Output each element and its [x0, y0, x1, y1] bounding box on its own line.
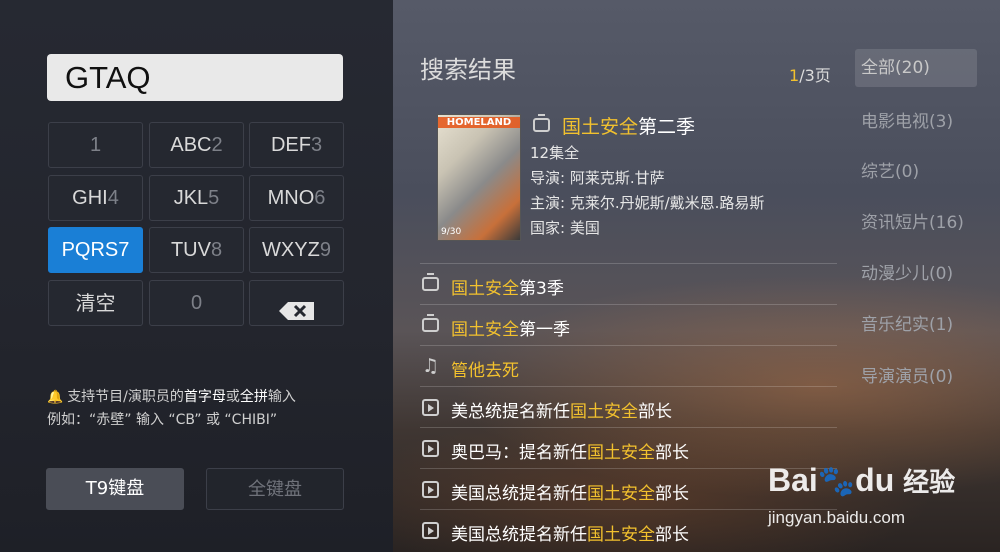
key-digit: 6	[314, 187, 326, 209]
key-letters: ABC	[170, 134, 212, 156]
key-2-abc[interactable]: ABC2	[149, 122, 244, 168]
full-keyboard-button[interactable]: 全键盘	[206, 468, 344, 510]
key-1[interactable]: 1	[48, 122, 143, 168]
poster-title: HOMELAND	[438, 117, 520, 128]
backspace-icon	[278, 293, 316, 320]
hint-text-bold: 全拼	[239, 389, 268, 405]
backspace-button[interactable]	[249, 280, 344, 326]
page-current: 1	[789, 66, 800, 85]
key-letters: JKL	[173, 187, 209, 209]
baidu-watermark-logo: Bai🐾du 经验	[768, 462, 956, 498]
hint-line-1: 🔔 支持节目/演职员的首字母或全拼输入	[47, 386, 387, 409]
key-digit: 5	[208, 187, 220, 209]
result-item[interactable]: 国土安全第3季	[420, 263, 837, 304]
poster-image: HOMELAND 9/30	[437, 114, 521, 241]
key-digit: 4	[107, 187, 119, 209]
result-label: 美总统提名新任国土安全部长	[451, 402, 672, 422]
key-digit: 3	[310, 134, 323, 156]
key-letters: WXYZ	[262, 239, 320, 261]
tv-icon	[533, 118, 550, 132]
result-item[interactable]: 国土安全第一季	[420, 304, 837, 345]
hint-text: 输入	[267, 389, 296, 405]
hint-text: 支持节目/演职员的	[67, 389, 184, 405]
tv-icon	[422, 318, 439, 332]
category-anime-kids[interactable]: 动漫少儿(0)	[855, 255, 977, 293]
category-variety[interactable]: 综艺(0)	[855, 153, 977, 191]
result-label: 美国总统提名新任国土安全部长	[451, 484, 689, 504]
category-directors-actors[interactable]: 导演演员(0)	[855, 358, 977, 396]
key-9-wxyz[interactable]: WXYZ9	[249, 227, 344, 273]
hint-text-bold: 首字母	[183, 389, 226, 405]
news-icon	[422, 522, 439, 539]
result-label: 国土安全第3季	[451, 279, 564, 299]
page-indicator: 1/3页	[789, 62, 831, 86]
poster-date: 9/30	[441, 227, 462, 237]
title-highlight: 国土安全	[562, 116, 639, 138]
bell-icon: 🔔	[47, 390, 64, 405]
tv-icon	[422, 277, 439, 291]
key-letters: TUV	[170, 239, 211, 261]
featured-result[interactable]: HOMELAND 9/30 国土安全第二季 12集全 导演: 阿莱克斯.甘萨 主…	[420, 100, 837, 260]
key-digit: 8	[210, 239, 223, 261]
key-4-ghi[interactable]: GHI4	[48, 175, 143, 221]
result-label: 美国总统提名新任国土安全部长	[451, 525, 689, 545]
category-news-clips[interactable]: 资讯短片(16)	[855, 204, 977, 242]
results-title: 搜索结果	[420, 56, 516, 84]
hint-line-2: 例如：“赤壁” 输入 “CB” 或 “CHIBI”	[47, 412, 278, 428]
key-letters: MNO	[267, 187, 315, 209]
country: 国家: 美国	[530, 219, 600, 237]
news-icon	[422, 440, 439, 457]
key-3-def[interactable]: DEF3	[249, 122, 344, 168]
paw-icon: 🐾	[817, 465, 856, 498]
watermark-url: jingyan.baidu.com	[768, 508, 906, 527]
result-label: 国土安全第一季	[451, 320, 570, 340]
title-rest: 第二季	[638, 116, 696, 138]
t9-keyboard-button[interactable]: T9键盘	[46, 468, 184, 510]
episode-count: 12集全	[530, 144, 580, 162]
news-icon	[422, 481, 439, 498]
clear-button[interactable]: 清空	[48, 280, 143, 326]
key-digit: 7	[118, 239, 130, 261]
cast: 主演: 克莱尔.丹妮斯/戴米恩.路易斯	[530, 194, 765, 212]
result-label: 奥巴马：提名新任国土安全部长	[451, 443, 689, 463]
key-letters: GHI	[72, 187, 108, 209]
key-6-mno[interactable]: MNO6	[249, 175, 344, 221]
category-movies-tv[interactable]: 电影电视(3)	[855, 103, 977, 141]
featured-title: 国土安全第二季	[562, 112, 695, 139]
director: 导演: 阿莱克斯.甘萨	[530, 169, 665, 187]
search-input[interactable]: GTAQ	[47, 54, 343, 101]
key-digit: 1	[89, 134, 102, 156]
key-5-jkl[interactable]: JKL5	[149, 175, 244, 221]
result-item[interactable]: ♫ 管他去死	[420, 345, 837, 386]
category-all[interactable]: 全部(20)	[855, 49, 977, 87]
result-item[interactable]: 美总统提名新任国土安全部长	[420, 386, 837, 427]
page-total: /3页	[799, 66, 831, 85]
hint-text: 或	[225, 389, 240, 405]
key-letters: DEF	[270, 134, 311, 156]
key-digit: 9	[319, 239, 331, 261]
category-music-documentary[interactable]: 音乐纪实(1)	[855, 306, 977, 344]
key-0[interactable]: 0	[149, 280, 244, 326]
input-hint: 🔔 支持节目/演职员的首字母或全拼输入 例如：“赤壁” 输入 “CB” 或 “CH…	[47, 386, 387, 431]
key-digit: 2	[211, 134, 223, 156]
news-icon	[422, 399, 439, 416]
key-letters: PQRS	[61, 239, 119, 261]
key-8-tuv[interactable]: TUV8	[149, 227, 244, 273]
music-icon: ♫	[422, 355, 440, 377]
result-label: 管他去死	[451, 361, 519, 381]
key-7-pqrs[interactable]: PQRS7	[48, 227, 143, 273]
